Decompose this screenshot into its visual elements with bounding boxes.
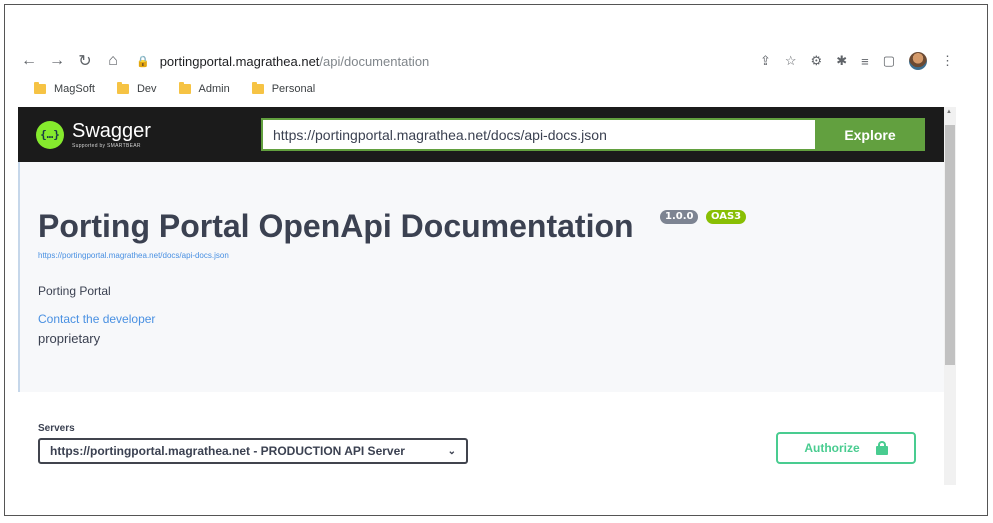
bookmark-label: MagSoft bbox=[54, 83, 95, 95]
swagger-topbar: {…} Swagger Supported by SMARTBEAR Explo… bbox=[18, 107, 946, 162]
folder-icon bbox=[34, 82, 46, 94]
puzzle-icon[interactable]: ✱ bbox=[836, 53, 847, 69]
page-title: Porting Portal OpenApi Documentation bbox=[38, 208, 634, 244]
swagger-braces-icon: {…} bbox=[36, 120, 64, 149]
url-path: /api/documentation bbox=[319, 53, 430, 69]
extension-gear-icon[interactable]: ⚙ bbox=[811, 53, 823, 69]
bookmark-label: Admin bbox=[198, 83, 230, 95]
folder-icon bbox=[178, 82, 191, 94]
info-section bbox=[18, 162, 944, 392]
authorize-button[interactable]: Authorize bbox=[776, 432, 916, 464]
bookmark-personal[interactable]: Personal bbox=[251, 82, 316, 95]
spec-url-input[interactable] bbox=[261, 118, 815, 151]
license-text: proprietary bbox=[38, 331, 101, 346]
chevron-down-icon: ⌄ bbox=[447, 445, 456, 457]
servers-label: Servers bbox=[38, 423, 75, 434]
swagger-logo-subtitle: Supported by SMARTBEAR bbox=[72, 142, 141, 149]
address-bar[interactable]: 🔒 portingportal.magrathea.net/api/docume… bbox=[136, 54, 760, 69]
browser-actions: ⇪ ☆ ⚙ ✱ ≡ ▢ ⋮ bbox=[760, 52, 954, 70]
bookmark-admin[interactable]: Admin bbox=[178, 82, 230, 95]
swagger-logo[interactable]: {…} Swagger Supported by SMARTBEAR bbox=[36, 119, 246, 149]
servers-selected-value: https://portingportal.magrathea.net - PR… bbox=[50, 444, 405, 458]
folder-icon bbox=[251, 82, 264, 94]
spec-json-link[interactable]: https://portingportal.magrathea.net/docs… bbox=[38, 251, 229, 260]
side-panel-icon[interactable]: ▢ bbox=[883, 53, 895, 69]
lock-icon bbox=[875, 441, 888, 455]
oas-badge: OAS3 bbox=[706, 210, 747, 224]
bookmark-label: Dev bbox=[136, 83, 157, 95]
folder-icon bbox=[116, 82, 129, 94]
bookmark-dev[interactable]: Dev bbox=[116, 82, 157, 95]
scrollbar-thumb[interactable] bbox=[945, 125, 955, 365]
version-badge: 1.0.0 bbox=[660, 210, 699, 224]
scroll-up-icon[interactable]: ▲ bbox=[946, 109, 952, 115]
reading-list-icon[interactable]: ≡ bbox=[861, 54, 869, 69]
swagger-logo-name: Swagger bbox=[72, 119, 151, 142]
bookmark-label: Personal bbox=[271, 83, 316, 95]
lock-icon[interactable]: 🔒 bbox=[136, 55, 150, 68]
profile-avatar[interactable] bbox=[909, 52, 927, 70]
authorize-label: Authorize bbox=[804, 441, 860, 455]
share-icon[interactable]: ⇪ bbox=[760, 53, 771, 69]
browser-toolbar: ← → ↻ ⌂ 🔒 portingportal.magrathea.net/ap… bbox=[18, 46, 958, 76]
explore-button[interactable]: Explore bbox=[815, 118, 925, 151]
star-icon[interactable]: ☆ bbox=[785, 53, 797, 69]
contact-developer-link[interactable]: Contact the developer bbox=[38, 312, 155, 326]
api-description: Porting Portal bbox=[38, 284, 111, 298]
forward-arrow-icon[interactable]: → bbox=[46, 52, 68, 70]
servers-select[interactable]: https://portingportal.magrathea.net - PR… bbox=[38, 438, 468, 464]
reload-icon[interactable]: ↻ bbox=[74, 51, 96, 71]
bookmarks-bar: MagSoft Dev Admin Personal bbox=[34, 80, 315, 98]
back-arrow-icon[interactable]: ← bbox=[18, 52, 40, 70]
url-host: portingportal.magrathea.net bbox=[159, 53, 320, 69]
page-scrollbar[interactable]: ▲ bbox=[944, 107, 956, 485]
bookmark-magsoft[interactable]: MagSoft bbox=[34, 82, 95, 95]
menu-kebab-icon[interactable]: ⋮ bbox=[941, 53, 954, 69]
home-icon[interactable]: ⌂ bbox=[102, 52, 124, 70]
